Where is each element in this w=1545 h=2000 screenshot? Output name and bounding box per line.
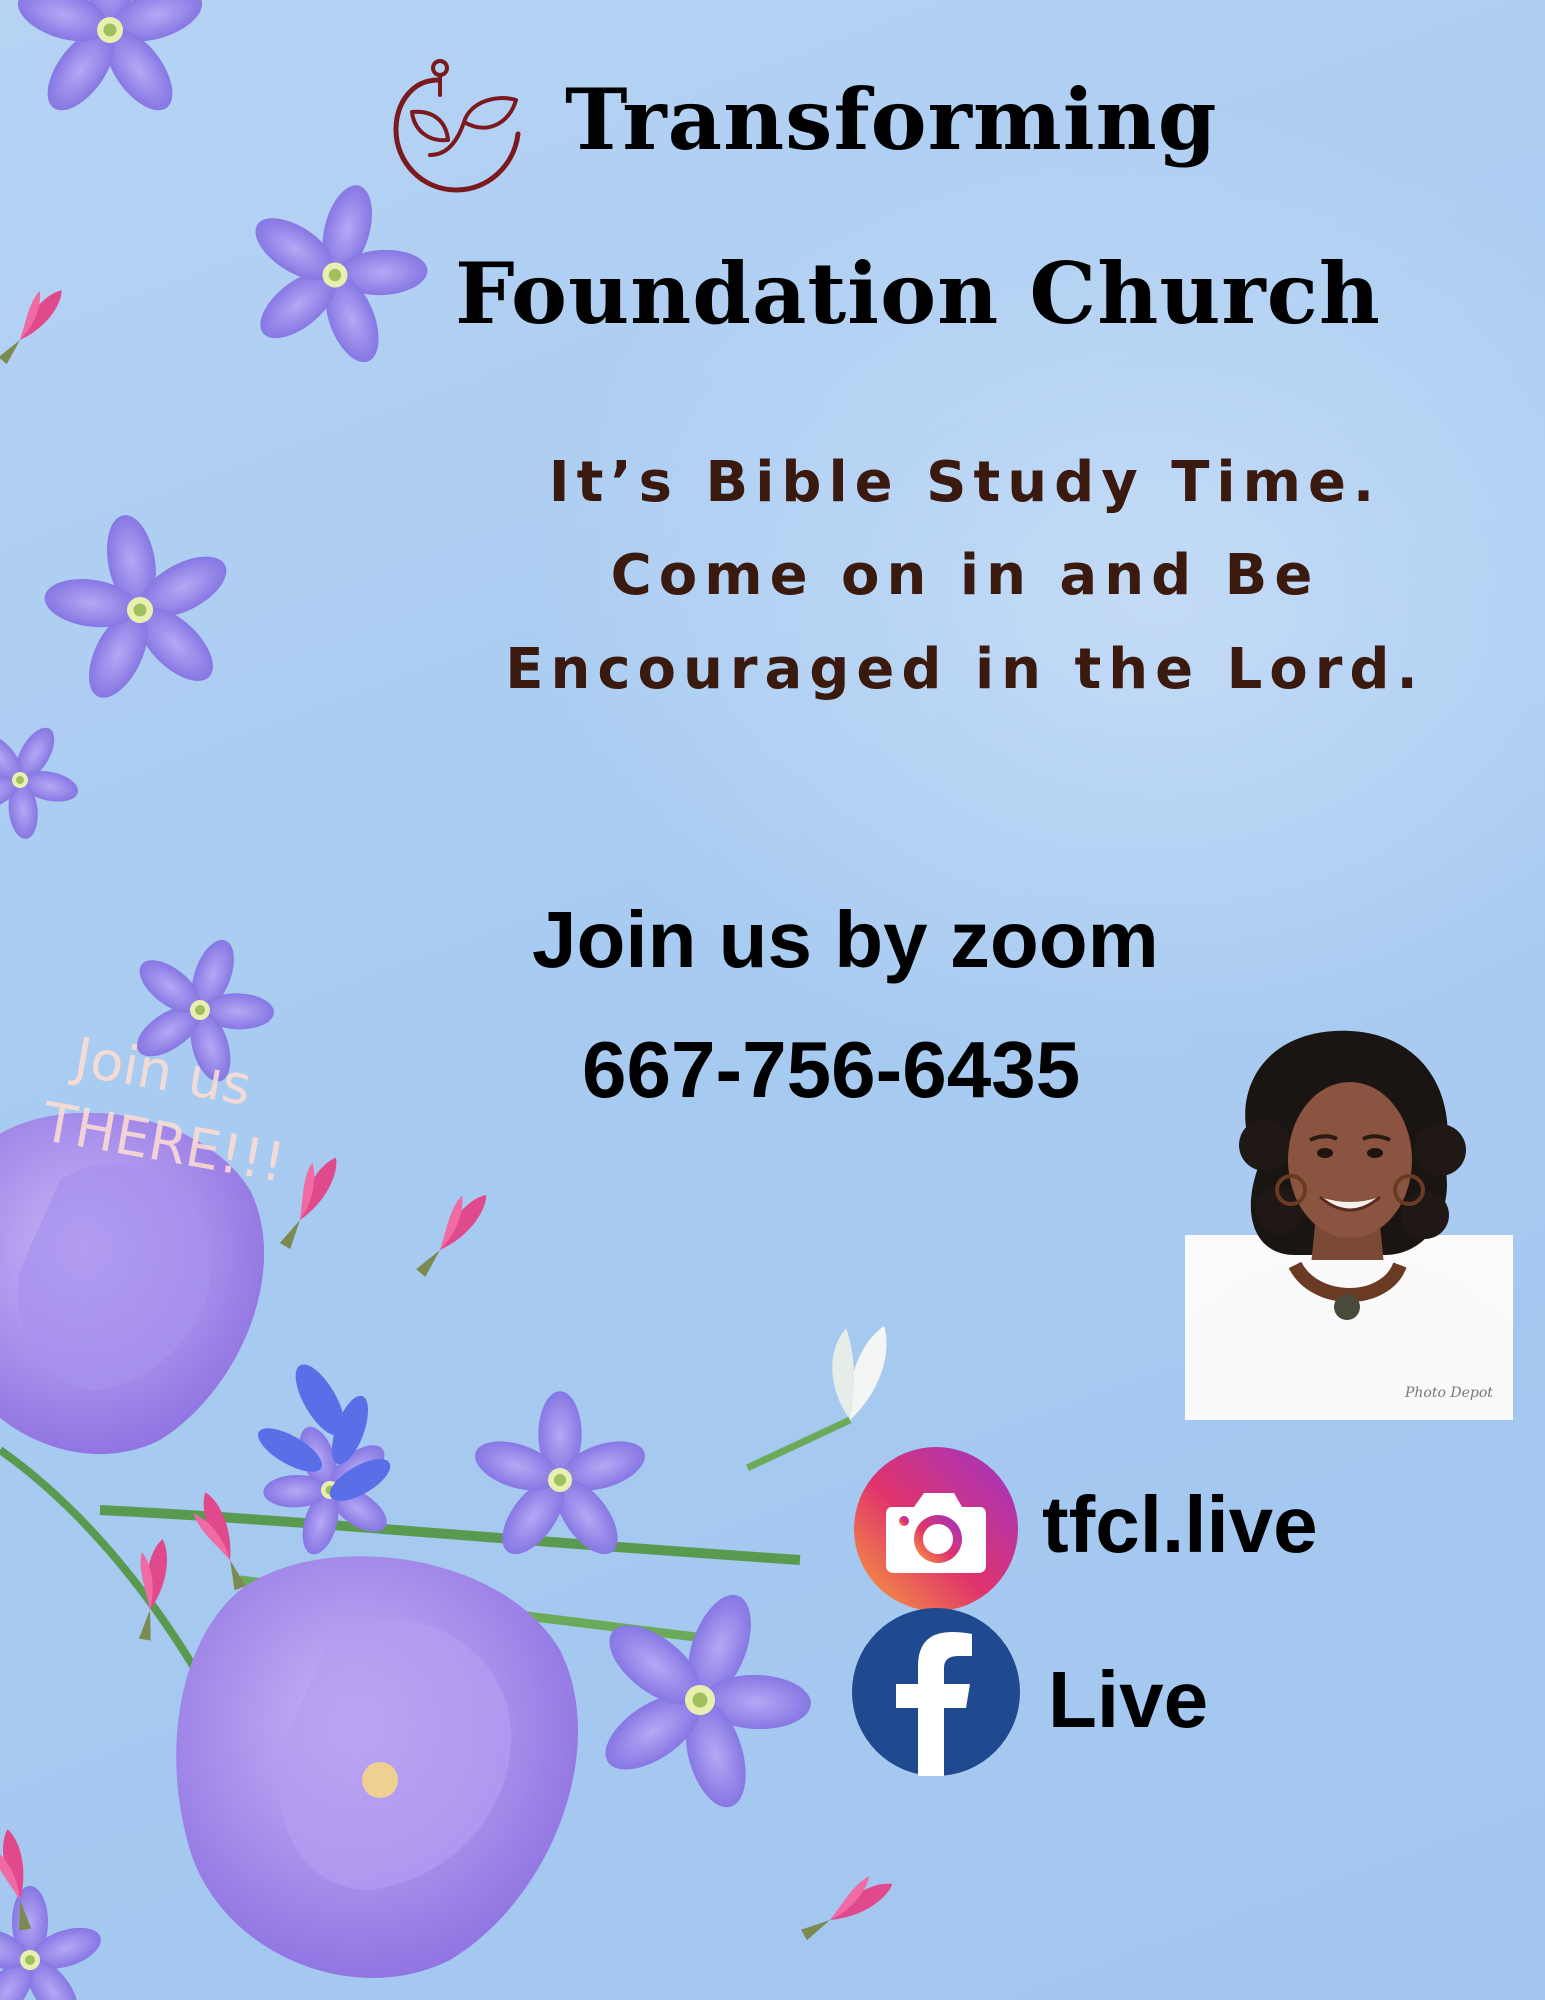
facebook-live-label[interactable]: Live — [1048, 1660, 1208, 1740]
church-sprout-logo-icon — [393, 59, 521, 193]
message-line1: It’s Bible Study Time. — [548, 450, 1382, 515]
zoom-phone-number: 667-756-6435 — [582, 1025, 1081, 1114]
photo-stamp: Photo Depot — [1405, 1385, 1493, 1401]
instagram-handle[interactable]: tfcl.live — [1042, 1485, 1318, 1565]
message-line3: Encouraged in the Lord. — [505, 637, 1425, 702]
church-title-line2: Foundation Church — [455, 244, 1381, 343]
zoom-invite: Join us by zoom — [532, 895, 1159, 984]
message-line2: Come on in and Be — [610, 543, 1320, 608]
instagram-camera-icon[interactable] — [852, 1445, 1020, 1613]
pastor-portrait — [1185, 1025, 1513, 1420]
facebook-f-icon[interactable] — [852, 1608, 1020, 1776]
church-title-line1: Transforming — [565, 70, 1218, 169]
